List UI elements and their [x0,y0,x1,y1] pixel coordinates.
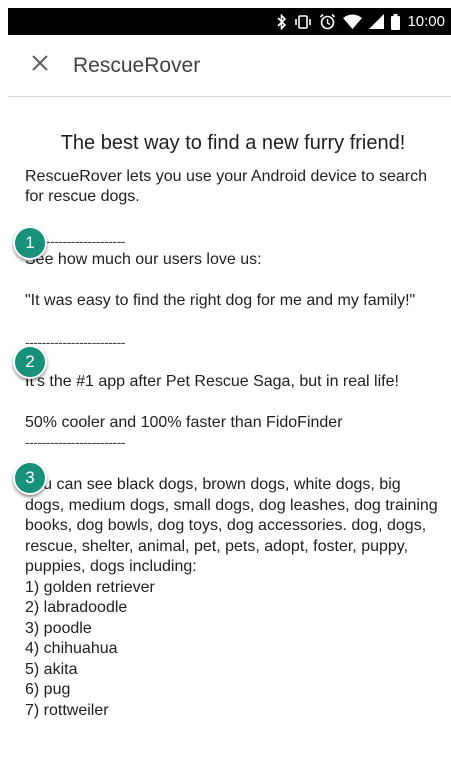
divider: ------------------------ [25,232,125,249]
testimonial-quote: "It was easy to find the right dog for m… [25,291,416,309]
divider: ------------------------ [25,434,125,450]
divider: ------------------------ [25,334,125,350]
section1-line: See how much our users love us: [25,250,262,268]
section2-line: It's the #1 app after Pet Rescue Saga, b… [25,372,399,390]
close-button[interactable] [20,46,60,86]
breed-item: 2) labradoodle [25,599,128,616]
breed-item: 3) poodle [25,619,92,637]
signal-icon [369,8,385,35]
breed-item: 5) akita [25,660,78,678]
breed-item: 4) chihuahua [25,640,118,657]
close-icon [32,55,48,76]
section2-line: 50% cooler and 100% faster than FidoFind… [25,413,343,431]
intro-text: RescueRover lets you use your Android de… [25,167,427,206]
bluetooth-icon [277,8,287,35]
annotation-badge-1: 1 [13,226,47,260]
breed-item: 7) rottweiler [25,701,109,719]
app-description: The best way to find a new furry friend!… [25,112,441,721]
annotation-badge-2: 2 [13,345,47,379]
app-title: RescueRover [73,53,201,77]
status-time: 10:00 [407,13,445,30]
battery-icon [391,8,401,35]
alarm-icon [319,8,336,35]
headline: The best way to find a new furry friend! [60,132,406,154]
section3-text: You can see black dogs, brown dogs, whit… [25,476,438,575]
breed-item: 6) pug [25,681,71,698]
wifi-icon [343,8,363,35]
status-bar: 10:00 [8,8,451,35]
breed-item: 1) golden retriever [25,578,155,596]
annotation-badge-3: 3 [13,461,47,495]
app-bar: RescueRover [8,35,451,97]
vibrate-icon [294,8,312,35]
